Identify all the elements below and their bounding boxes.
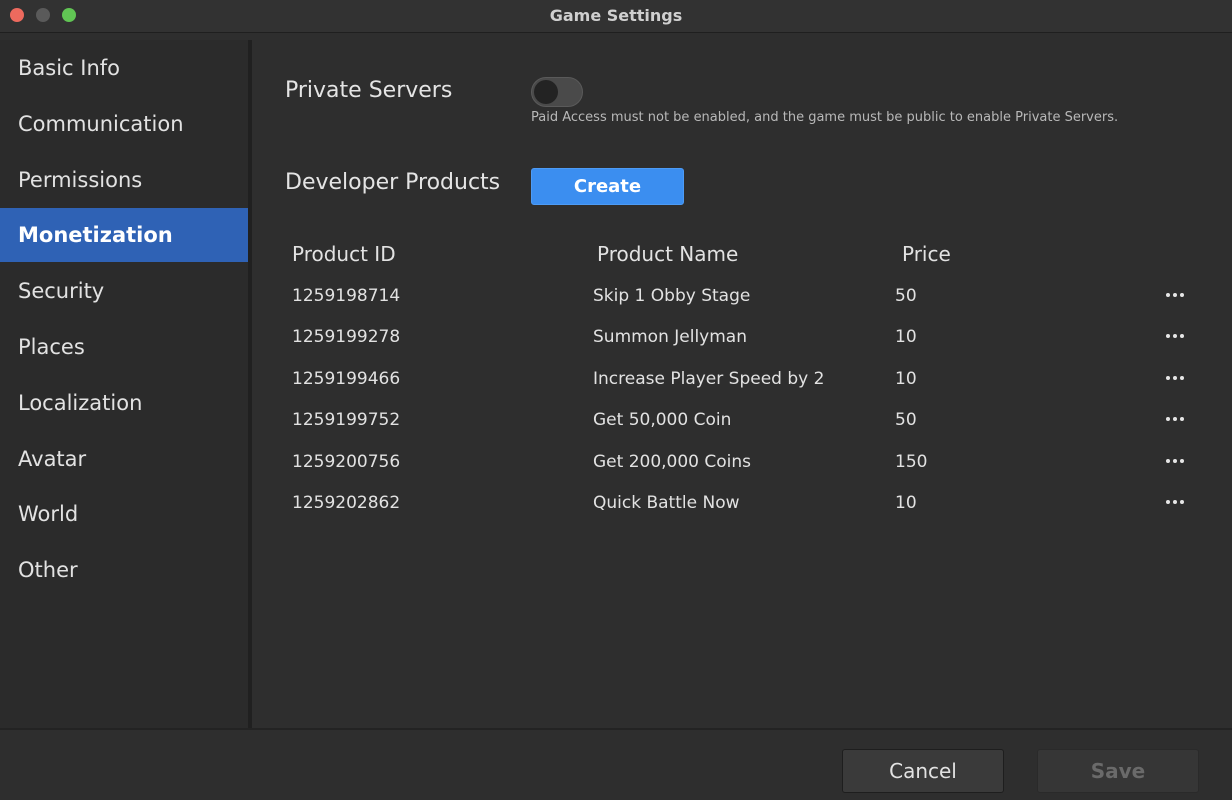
column-header-price: Price [902, 242, 951, 266]
sidebar-item-permissions[interactable]: Permissions [0, 153, 248, 207]
sidebar-item-monetization[interactable]: Monetization [0, 208, 248, 262]
product-price: 10 [895, 327, 917, 347]
save-button[interactable]: Save [1037, 749, 1199, 793]
product-price: 150 [895, 452, 928, 472]
table-row: 1259200756 Get 200,000 Coins 150 [252, 442, 1232, 483]
more-options-icon[interactable] [1164, 367, 1186, 389]
table-row: 1259199278 Summon Jellyman 10 [252, 317, 1232, 358]
more-options-icon[interactable] [1164, 408, 1186, 430]
cancel-button[interactable]: Cancel [842, 749, 1004, 793]
developer-products-label: Developer Products [285, 170, 501, 195]
product-price: 50 [895, 286, 917, 306]
more-options-icon[interactable] [1164, 325, 1186, 347]
title-bar: Game Settings [0, 0, 1232, 33]
table-row: 1259202862 Quick Battle Now 10 [252, 483, 1232, 524]
table-row: 1259199752 Get 50,000 Coin 50 [252, 400, 1232, 441]
table-row: 1259199466 Increase Player Speed by 2 10 [252, 359, 1232, 400]
private-servers-label: Private Servers [285, 78, 453, 103]
private-servers-hint: Paid Access must not be enabled, and the… [531, 110, 1119, 125]
column-header-product-id: Product ID [292, 242, 396, 266]
product-name: Get 200,000 Coins [593, 452, 752, 472]
product-name: Summon Jellyman [593, 327, 747, 347]
product-price: 10 [895, 493, 917, 513]
product-name: Get 50,000 Coin [593, 410, 732, 430]
sidebar-item-security[interactable]: Security [0, 264, 248, 318]
create-product-button[interactable]: Create [531, 168, 684, 205]
product-price: 50 [895, 410, 917, 430]
table-row: 1259198714 Skip 1 Obby Stage 50 [252, 276, 1232, 317]
sidebar-item-avatar[interactable]: Avatar [0, 432, 248, 486]
toggle-knob [534, 80, 558, 104]
product-id: 1259200756 [292, 452, 401, 472]
more-options-icon[interactable] [1164, 450, 1186, 472]
product-name: Increase Player Speed by 2 [593, 369, 825, 389]
column-header-product-name: Product Name [597, 242, 739, 266]
sidebar-item-places[interactable]: Places [0, 320, 248, 374]
footer-bar: Cancel Save [0, 728, 1232, 800]
sidebar-item-world[interactable]: World [0, 487, 248, 541]
product-id: 1259199278 [292, 327, 401, 347]
product-name: Quick Battle Now [593, 493, 740, 513]
product-id: 1259202862 [292, 493, 401, 513]
game-settings-window: Game Settings Basic Info Communication P… [0, 0, 1232, 800]
private-servers-toggle[interactable] [531, 77, 583, 107]
sidebar: Basic Info Communication Permissions Mon… [0, 40, 248, 728]
more-options-icon[interactable] [1164, 284, 1186, 306]
product-id: 1259198714 [292, 286, 401, 306]
sidebar-item-other[interactable]: Other [0, 543, 248, 597]
sidebar-item-communication[interactable]: Communication [0, 97, 248, 151]
product-id: 1259199752 [292, 410, 401, 430]
more-options-icon[interactable] [1164, 491, 1186, 513]
monetization-panel: Private Servers Paid Access must not be … [252, 40, 1232, 728]
sidebar-item-basic-info[interactable]: Basic Info [0, 41, 248, 95]
product-name: Skip 1 Obby Stage [593, 286, 751, 306]
sidebar-item-localization[interactable]: Localization [0, 376, 248, 430]
window-title: Game Settings [549, 6, 683, 25]
product-price: 10 [895, 369, 917, 389]
product-id: 1259199466 [292, 369, 401, 389]
